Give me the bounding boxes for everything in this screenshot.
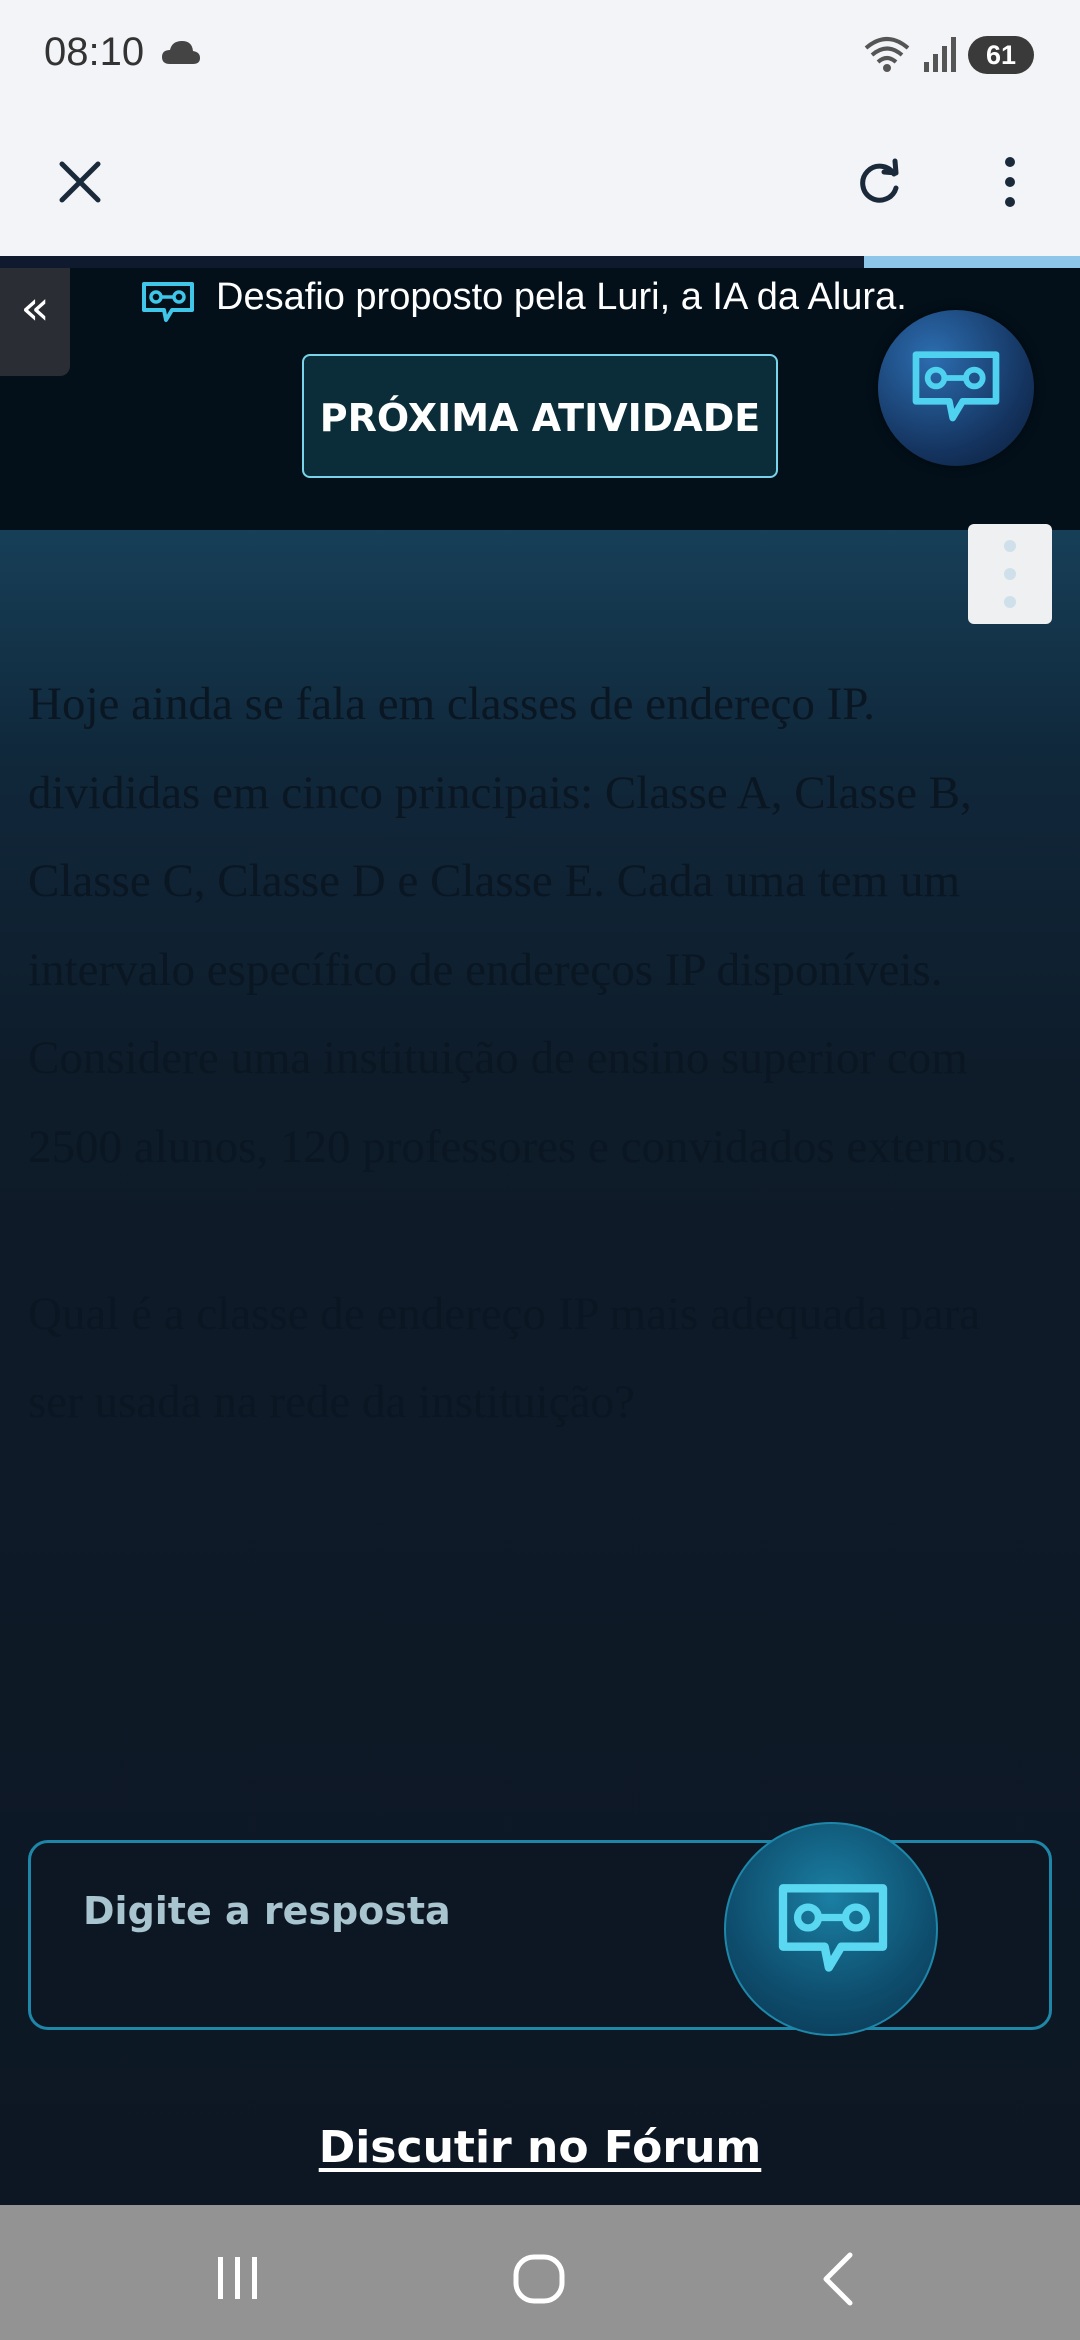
- signal-icon: [924, 37, 956, 72]
- wifi-icon: [864, 37, 910, 72]
- answer-placeholder: Digite a resposta: [83, 1889, 451, 1933]
- cloud-icon: [162, 41, 200, 64]
- luri-banner: « Desafio proposto pela Luri, a IA da Al…: [0, 268, 1080, 530]
- more-vert-icon[interactable]: [990, 152, 1030, 212]
- refresh-icon[interactable]: [850, 152, 910, 212]
- status-bar: 08:10 61: [0, 0, 1080, 112]
- next-activity-button[interactable]: PRÓXIMA ATIVIDADE: [302, 354, 778, 478]
- luri-send-button[interactable]: [724, 1822, 938, 2036]
- page-progress-bar: [0, 256, 1080, 268]
- luri-assistant-button[interactable]: [878, 310, 1034, 466]
- status-time: 08:10: [44, 30, 145, 74]
- question-paragraph: Hoje ainda se fala em classes de endereç…: [28, 678, 1018, 1173]
- close-icon[interactable]: [50, 152, 110, 212]
- luri-chat-icon: [142, 282, 194, 322]
- page-progress-fill: [864, 256, 1080, 268]
- recent-apps-icon[interactable]: [214, 2255, 262, 2301]
- collapse-sidebar-button[interactable]: «: [0, 268, 70, 376]
- side-menu-button[interactable]: [968, 524, 1052, 624]
- forum-link[interactable]: Discutir no Fórum: [0, 2122, 1080, 2173]
- home-icon[interactable]: [512, 2253, 568, 2305]
- question-prompt: Qual é a classe de endereço IP mais adeq…: [28, 1287, 981, 1429]
- activity-content: Hoje ainda se fala em classes de endereç…: [0, 524, 1080, 2205]
- browser-toolbar: [0, 112, 1080, 256]
- system-nav-bar: [0, 2205, 1080, 2340]
- back-icon[interactable]: [818, 2251, 858, 2307]
- luri-banner-text: Desafio proposto pela Luri, a IA da Alur…: [216, 276, 907, 318]
- battery-indicator: 61: [968, 36, 1034, 74]
- luri-chat-icon: [912, 351, 1000, 422]
- question-text: Hoje ainda se fala em classes de endereç…: [28, 660, 1028, 1447]
- luri-chat-icon: [778, 1884, 888, 1972]
